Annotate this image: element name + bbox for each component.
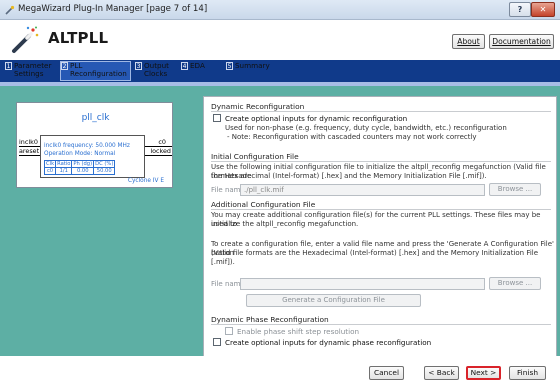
tab-bar: 1 Parameter Settings 2 PLL Reconfiguration… <box>0 60 560 82</box>
dynamic-phase-checkbox[interactable] <box>213 338 221 346</box>
settings-panel: Dynamic Reconfiguration Create optional … <box>203 96 557 358</box>
table-cell: 1/1 <box>55 167 73 175</box>
dynamic-reconfig-note1: Used for non-phase (e.g. frequency, duty… <box>225 124 507 132</box>
section-divider <box>211 209 551 210</box>
dynamic-reconfig-note2: - Note: Reconfiguration with cascaded co… <box>227 133 477 141</box>
initial-file-input[interactable]: ./pll_clk.mif <box>240 184 485 196</box>
table-cell: 50.00 <box>93 167 116 175</box>
wizard-app-icon <box>5 5 15 15</box>
section-divider <box>211 324 551 325</box>
table-cell: 0.00 <box>71 167 95 175</box>
table-header-row: Clk Ratio Ph (dg) DC (%) <box>43 160 116 168</box>
clock-settings-table: Clk Ratio Ph (dg) DC (%) c0 1/1 0.00 50.… <box>43 160 116 175</box>
dynamic-reconfig-title: Dynamic Reconfiguration <box>211 102 305 111</box>
wire-areset <box>19 155 40 156</box>
table-header-cell: Clk <box>43 160 57 168</box>
table-header-cell: DC (%) <box>93 160 116 168</box>
inclk-frequency: inclk0 frequency: 50.000 MHz <box>44 143 130 149</box>
tab-eda[interactable]: 4 EDA <box>181 62 221 80</box>
pll-info: inclk0 frequency: 50.000 MHz Operation M… <box>44 142 130 158</box>
wizard-wand-icon <box>12 26 39 53</box>
title-bar: MegaWizard Plug-In Manager [page 7 of 14… <box>0 0 560 20</box>
dynamic-reconfig-label: Create optional inputs for dynamic recon… <box>225 114 408 123</box>
table-cell: c0 <box>43 167 57 175</box>
additional-file-input[interactable] <box>240 278 485 290</box>
wire-locked <box>145 155 172 156</box>
block-preview-pane: pll_clk inclk0 areset c0 locked inclk0 f… <box>4 96 174 354</box>
wizard-body: pll_clk inclk0 areset c0 locked inclk0 f… <box>0 86 560 358</box>
table-header-cell: Ph (dg) <box>71 160 95 168</box>
cancel-button[interactable]: Cancel <box>369 366 404 380</box>
tab-summary[interactable]: 5 Summary <box>226 62 276 80</box>
about-button[interactable]: About <box>452 34 485 49</box>
block-name: pll_clk <box>81 113 110 123</box>
pin-inclk0: inclk0 <box>19 138 38 146</box>
pll-block-symbol: pll_clk inclk0 areset c0 locked inclk0 f… <box>16 102 173 188</box>
generate-config-button[interactable]: Generate a Configuration File <box>246 294 421 307</box>
finish-button[interactable]: Finish <box>509 366 546 380</box>
table-row: c0 1/1 0.00 50.00 <box>43 167 116 175</box>
window-title: MegaWizard Plug-In Manager [page 7 of 14… <box>18 4 208 14</box>
wizard-name: ALTPLL <box>48 29 109 47</box>
back-button[interactable]: < Back <box>424 366 459 380</box>
help-button[interactable]: ? <box>509 2 531 17</box>
dynamic-phase-title: Dynamic Phase Reconfiguration <box>211 315 329 324</box>
tab-parameter-settings[interactable]: 1 Parameter Settings <box>5 62 57 80</box>
initial-config-desc2: the Hexadecimal (Intel-format) [.hex] an… <box>211 172 487 180</box>
device-family: Cyclone IV E <box>127 178 164 184</box>
dynamic-phase-label: Create optional inputs for dynamic phase… <box>225 338 432 347</box>
wire-c0 <box>145 146 172 147</box>
pin-areset: areset <box>19 147 40 155</box>
additional-config-title: Additional Configuration File <box>211 200 316 209</box>
close-button[interactable]: ✕ <box>531 2 555 17</box>
dynamic-reconfig-checkbox[interactable] <box>213 114 221 122</box>
table-header-cell: Ratio <box>55 160 73 168</box>
documentation-button[interactable]: Documentation <box>489 34 554 49</box>
enable-phase-step-checkbox[interactable] <box>225 327 233 335</box>
tab-pll-reconfiguration[interactable]: 2 PLL Reconfiguration <box>60 61 131 81</box>
pin-c0: c0 <box>158 138 166 146</box>
wire-inclk0 <box>19 146 40 147</box>
operation-mode: Operation Mode: Normal <box>44 151 116 157</box>
additional-config-desc4: (Valid file formats are the Hexadecimal … <box>211 249 539 266</box>
pin-locked: locked <box>150 147 171 155</box>
wizard-footer: Cancel < Back Next > Finish <box>0 356 560 390</box>
next-button[interactable]: Next > <box>466 366 501 380</box>
additional-config-desc2: initialize the altpll_reconfig megafunct… <box>211 220 359 228</box>
initial-config-title: Initial Configuration File <box>211 152 299 161</box>
pll-core-box: inclk0 frequency: 50.000 MHz Operation M… <box>40 135 145 178</box>
section-divider <box>211 111 551 112</box>
enable-phase-step-label: Enable phase shift step resolution <box>237 327 360 336</box>
section-divider <box>211 161 551 162</box>
additional-browse-button[interactable]: Browse ... <box>489 277 541 290</box>
initial-browse-button[interactable]: Browse ... <box>489 183 541 196</box>
tab-output-clocks[interactable]: 3 Output Clocks <box>135 62 177 80</box>
